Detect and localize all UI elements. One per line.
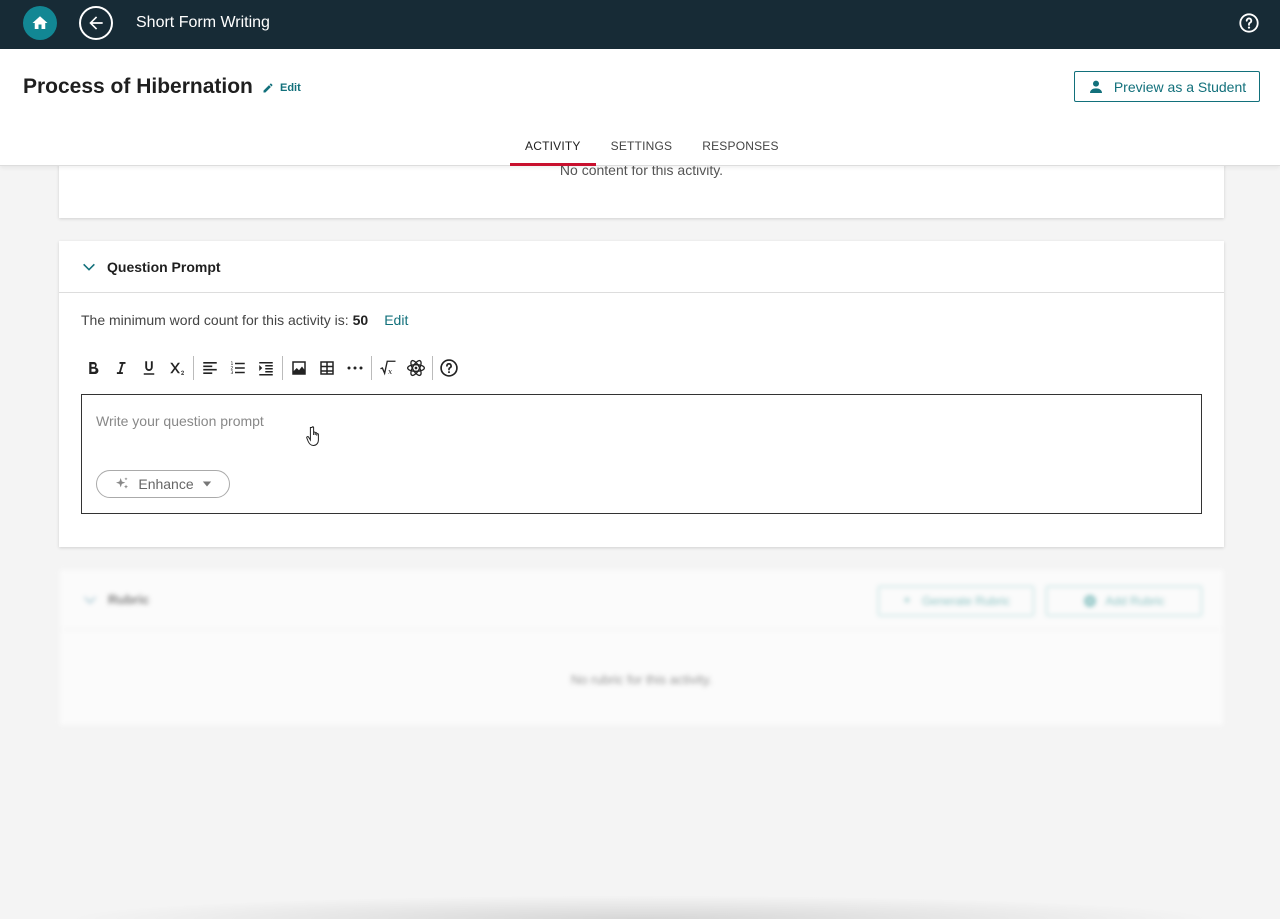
subscript-icon <box>170 362 184 375</box>
back-arrow-icon <box>89 16 103 30</box>
enhance-label: Enhance <box>138 476 194 492</box>
generate-rubric-button[interactable]: Generate Rubric <box>878 586 1034 616</box>
caret-down-icon <box>202 481 211 487</box>
word-count-edit-link[interactable]: Edit <box>384 312 408 328</box>
add-rubric-label: Add Rubric <box>1105 594 1165 608</box>
svg-text:3: 3 <box>231 370 234 376</box>
toolbar-divider <box>432 356 433 380</box>
content-card: No content for this activity. <box>59 160 1224 218</box>
no-rubric-message: No rubric for this activity. <box>570 672 713 687</box>
help-icon <box>1239 13 1259 33</box>
underline-button[interactable] <box>135 354 163 382</box>
edit-title-label: Edit <box>280 82 301 94</box>
home-icon <box>32 16 48 29</box>
toolbar-divider <box>282 356 283 380</box>
atom-icon <box>407 359 425 377</box>
chemistry-button[interactable] <box>402 354 430 382</box>
pencil-icon <box>263 83 273 93</box>
question-prompt-header[interactable]: Question Prompt <box>59 241 1224 293</box>
rubric-card: Rubric Generate Rubric Add Rubric No rub… <box>60 570 1223 725</box>
edit-title-button[interactable]: Edit <box>262 82 301 94</box>
help-button[interactable] <box>1238 12 1260 34</box>
generate-rubric-label: Generate Rubric <box>921 594 1011 608</box>
page-title: Process of Hibernation <box>23 75 253 98</box>
preview-label: Preview as a Student <box>1113 78 1247 95</box>
sparkle-icon <box>903 596 911 604</box>
subscript-button[interactable] <box>163 354 191 382</box>
add-rubric-button[interactable]: Add Rubric <box>1046 586 1202 616</box>
insert-image-button[interactable] <box>285 354 313 382</box>
help-icon <box>440 359 458 377</box>
preview-as-student-button[interactable]: Preview as a Student <box>1074 71 1260 102</box>
rubric-title: Rubric <box>108 592 150 607</box>
editor-help-button[interactable] <box>435 354 463 382</box>
editor-placeholder: Write your question prompt <box>96 413 264 429</box>
page-header: Process of Hibernation Edit Preview as a… <box>0 49 1280 166</box>
chevron-down-icon[interactable] <box>81 259 97 275</box>
app-title: Short Form Writing <box>136 14 270 31</box>
chevron-down-icon[interactable] <box>82 592 98 608</box>
bold-icon <box>89 362 99 375</box>
bold-button[interactable] <box>79 354 107 382</box>
more-options-button[interactable] <box>341 354 369 382</box>
back-button[interactable] <box>79 6 113 40</box>
numbered-list-icon: 123 <box>231 361 245 376</box>
editor-toolbar: 123 x <box>79 353 463 383</box>
align-button[interactable] <box>196 354 224 382</box>
home-button[interactable] <box>23 6 57 40</box>
bottom-shadow <box>60 895 1220 919</box>
toolbar-divider <box>371 356 372 380</box>
word-count-line: The minimum word count for this activity… <box>81 312 408 328</box>
square-root-icon: x <box>380 360 396 376</box>
math-equation-button[interactable]: x <box>374 354 402 382</box>
align-left-icon <box>203 362 217 374</box>
toolbar-divider <box>193 356 194 380</box>
svg-text:x: x <box>388 367 393 376</box>
top-bar: Short Form Writing <box>0 0 1280 49</box>
sparkle-icon <box>116 477 129 489</box>
question-prompt-card: Question Prompt The minimum word count f… <box>59 241 1224 547</box>
tab-settings[interactable]: SETTINGS <box>596 129 688 166</box>
italic-icon <box>116 362 126 374</box>
word-count-text: The minimum word count for this activity… <box>81 312 349 328</box>
add-icon <box>1084 595 1097 607</box>
image-icon <box>292 361 306 375</box>
tab-activity[interactable]: ACTIVITY <box>510 129 596 166</box>
underline-icon <box>143 361 155 375</box>
more-dots-icon <box>347 366 363 370</box>
table-icon <box>320 361 334 375</box>
question-prompt-title: Question Prompt <box>107 258 221 275</box>
tab-responses[interactable]: RESPONSES <box>687 129 794 166</box>
tab-bar: ACTIVITY SETTINGS RESPONSES <box>510 129 794 166</box>
enhance-button[interactable]: Enhance <box>96 470 230 498</box>
indent-icon <box>259 362 273 376</box>
insert-table-button[interactable] <box>313 354 341 382</box>
question-prompt-editor[interactable]: Write your question prompt Enhance <box>81 394 1202 514</box>
hand-cursor-icon <box>306 426 319 447</box>
person-icon <box>1089 80 1102 93</box>
indent-button[interactable] <box>252 354 280 382</box>
italic-button[interactable] <box>107 354 135 382</box>
numbered-list-button[interactable]: 123 <box>224 354 252 382</box>
word-count-value: 50 <box>352 312 369 328</box>
